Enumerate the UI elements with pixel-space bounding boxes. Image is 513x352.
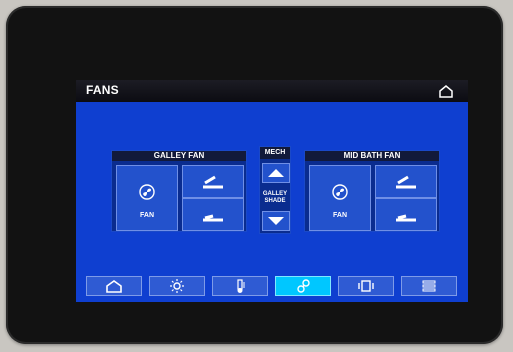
galley-fan-panel: GALLEY FAN FAN [111, 150, 247, 232]
mech-title: MECH [260, 147, 290, 159]
nav-home-button[interactable] [86, 276, 142, 296]
fan-lid-open-icon [203, 175, 223, 188]
mid-bath-fan-button[interactable]: FAN [309, 165, 371, 231]
galley-fan-title: GALLEY FAN [112, 151, 246, 161]
top-bar: FANS [76, 80, 468, 102]
fan-lid-close-icon [203, 214, 223, 221]
mid-bath-fan-panel: MID BATH FAN FAN [304, 150, 440, 232]
fan-button-label: FAN [140, 212, 154, 219]
nav-settings-button[interactable] [401, 276, 457, 296]
thermometer-icon [237, 279, 245, 293]
mech-panel: MECH GALLEY SHADE [259, 146, 291, 234]
fan-lid-open-icon [396, 175, 416, 188]
nav-climate-button[interactable] [212, 276, 268, 296]
bottom-navbar [86, 276, 458, 296]
touch-screen: FANS GALLEY FAN FAN MECH GALLEY SHADE MI… [76, 80, 468, 302]
galley-fan-lid-open-button[interactable] [182, 165, 244, 198]
settings-list-icon [422, 280, 436, 292]
home-icon[interactable] [438, 84, 454, 98]
device-bezel: FANS GALLEY FAN FAN MECH GALLEY SHADE MI… [6, 6, 503, 344]
mid-bath-fan-title: MID BATH FAN [305, 151, 439, 161]
nav-lights-button[interactable] [149, 276, 205, 296]
lightbulb-icon [170, 279, 184, 293]
nav-slideouts-button[interactable] [338, 276, 394, 296]
fan-button-label: FAN [333, 212, 347, 219]
mid-bath-fan-lid-close-button[interactable] [375, 198, 437, 231]
galley-fan-button[interactable]: FAN [116, 165, 178, 231]
galley-fan-lid-close-button[interactable] [182, 198, 244, 231]
galley-shade-label: GALLEY SHADE [262, 191, 288, 204]
home-icon [106, 280, 122, 293]
nav-fans-button[interactable] [275, 276, 331, 296]
fan-lid-close-icon [396, 214, 416, 221]
slideout-icon [358, 280, 374, 292]
mid-bath-fan-lid-open-button[interactable] [375, 165, 437, 198]
galley-shade-down-button[interactable] [262, 211, 290, 231]
fan-icon [139, 184, 155, 200]
arrow-up-icon [268, 169, 284, 177]
fan-icon [297, 279, 310, 293]
galley-shade-up-button[interactable] [262, 163, 290, 183]
fan-icon [332, 184, 348, 200]
arrow-down-icon [268, 217, 284, 225]
page-title: FANS [86, 83, 119, 97]
